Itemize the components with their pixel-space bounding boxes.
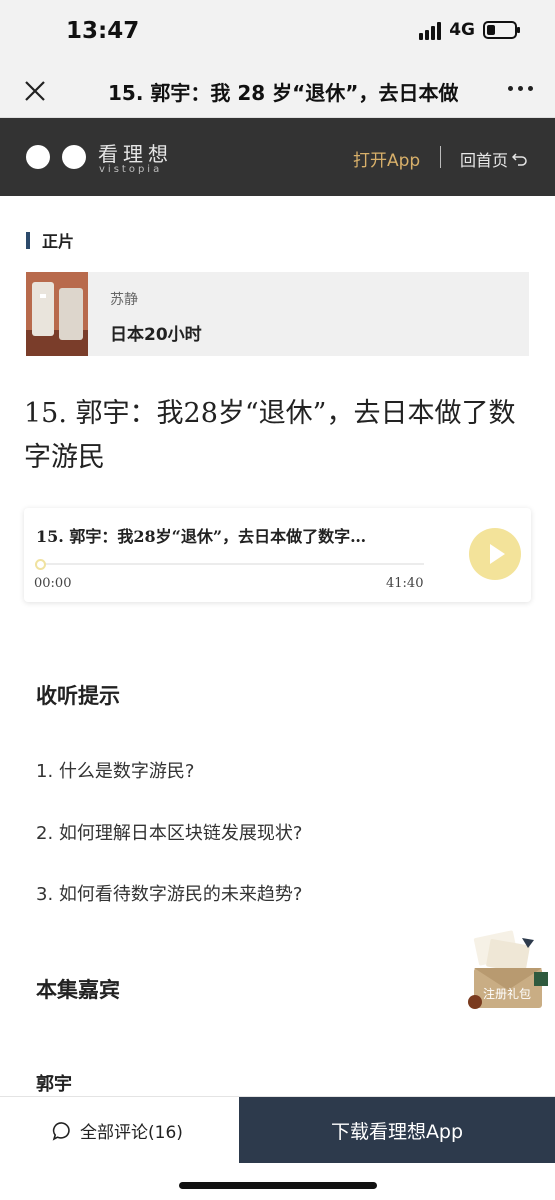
network-type: 4G: [449, 20, 475, 40]
brand-header: 看理想 vistopia 打开App 回首页: [0, 118, 555, 196]
brand-logo-icon: [26, 145, 86, 169]
album-card[interactable]: 苏静 日本20小时: [26, 272, 529, 356]
section-label-text: 正片: [42, 232, 75, 251]
status-indicators: 4G: [419, 20, 520, 40]
comments-label: 全部评论(16): [80, 1123, 183, 1143]
comment-icon: [52, 1121, 70, 1141]
episode-title: 15. 郭宇：我28岁“退休”，去日本做了数字游民: [24, 398, 516, 473]
gift-package-button[interactable]: 注册礼包: [466, 928, 550, 1012]
open-app-link[interactable]: 打开App: [353, 146, 420, 171]
tip-item: 2. 如何理解日本区块链发展现状?: [36, 823, 303, 844]
play-button[interactable]: [469, 528, 521, 580]
signal-icon: [419, 20, 442, 40]
brand-name: 看理想: [98, 142, 173, 166]
guest-name: 郭宇: [36, 1074, 72, 1095]
comments-button[interactable]: 全部评论(16): [52, 1118, 183, 1143]
album-cover-image: [26, 272, 88, 356]
progress-track[interactable]: [40, 563, 424, 565]
audio-player: 15. 郭宇：我28岁“退休”，去日本做了数字… 00:00 41:40: [24, 508, 531, 602]
nav-title: 15. 郭宇：我 28 岁“退休”，去日本做: [108, 81, 458, 105]
album-title: 日本20小时: [110, 325, 202, 345]
section-marker: [26, 231, 30, 249]
tip-item: 3. 如何看待数字游民的未来趋势?: [36, 884, 303, 905]
battery-icon: [483, 21, 520, 39]
download-app-button[interactable]: 下载看理想App: [239, 1097, 555, 1163]
section-label: 正片: [26, 228, 74, 252]
tip-item: 1. 什么是数字游民?: [36, 761, 195, 782]
duration-time: 41:40: [386, 576, 424, 591]
current-time: 00:00: [34, 576, 72, 591]
home-link[interactable]: 回首页: [460, 147, 528, 171]
home-indicator: [179, 1182, 377, 1189]
brand-divider: [440, 146, 441, 168]
more-icon[interactable]: [508, 86, 533, 91]
album-author: 苏静: [110, 292, 138, 308]
return-arrow-icon: [512, 153, 527, 166]
status-bar: 13:47 4G: [0, 0, 555, 64]
progress-handle[interactable]: [35, 559, 46, 570]
brand-subtitle: vistopia: [99, 164, 163, 175]
bottom-bar: 全部评论(16) 下载看理想App: [0, 1096, 555, 1163]
home-link-label: 回首页: [460, 151, 509, 170]
nav-bar: 15. 郭宇：我 28 岁“退休”，去日本做: [0, 64, 555, 118]
status-time: 13:47: [66, 18, 140, 44]
tips-heading: 收听提示: [36, 684, 120, 708]
gift-label: 注册礼包: [483, 987, 532, 1001]
close-icon[interactable]: [22, 78, 48, 104]
guest-heading: 本集嘉宾: [36, 978, 120, 1002]
player-title: 15. 郭宇：我28岁“退休”，去日本做了数字…: [36, 527, 367, 546]
